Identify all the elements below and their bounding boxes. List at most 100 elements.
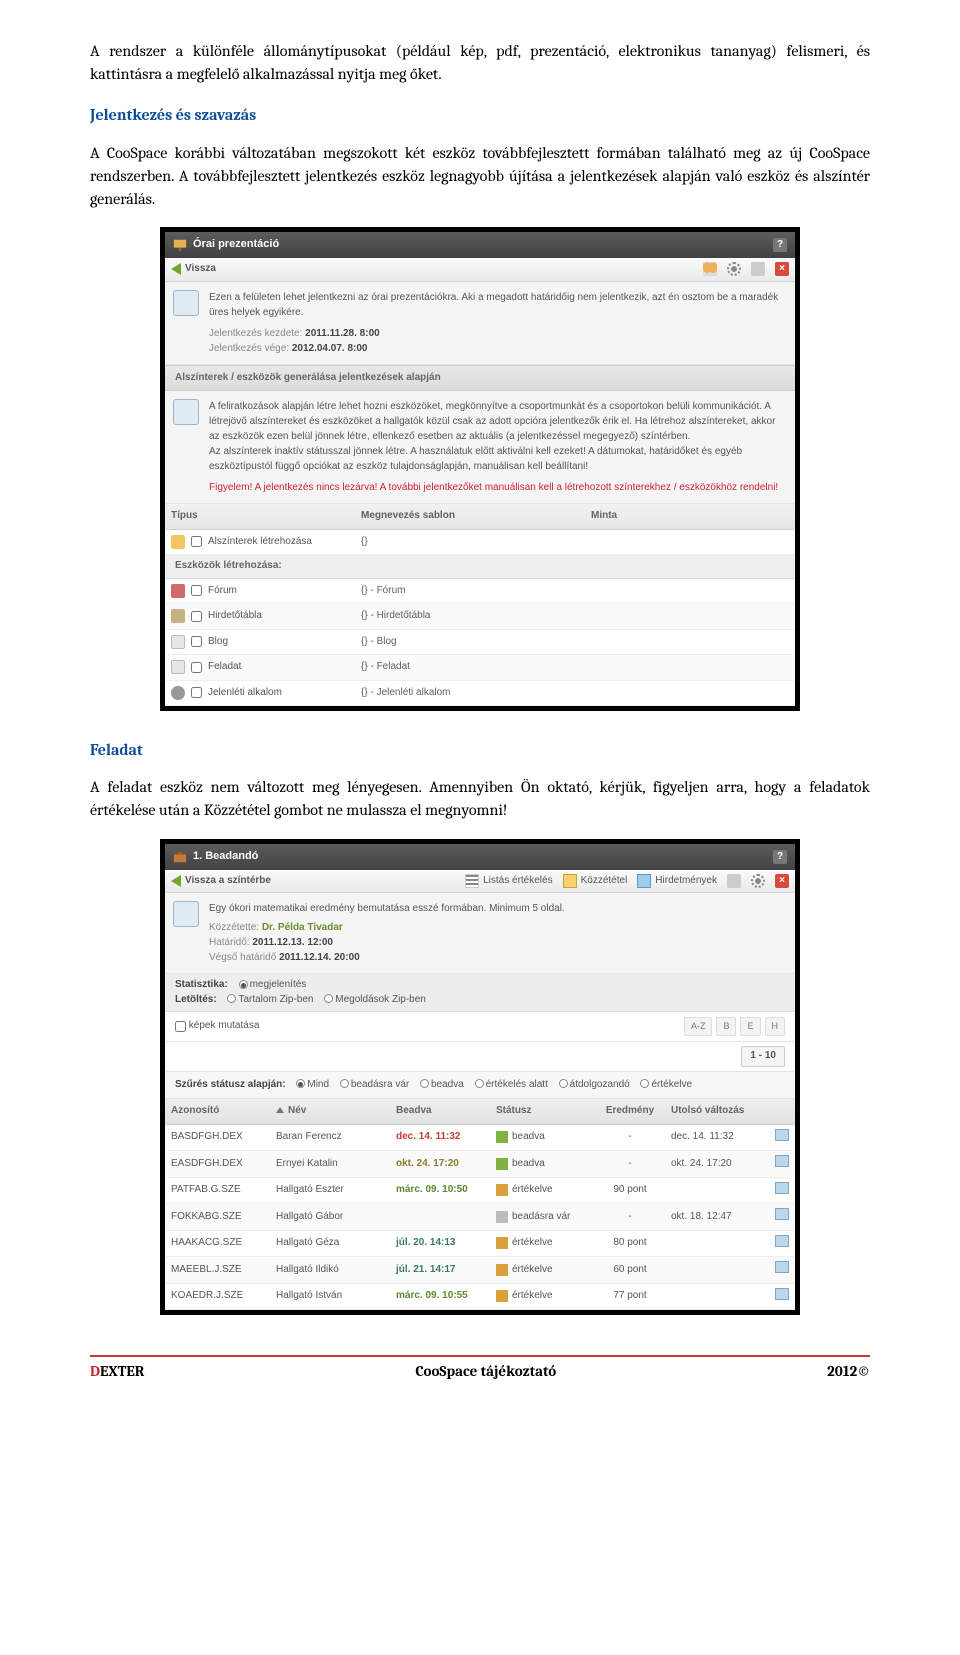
task-paragraph: A feladat eszköz nem változott meg lénye… [90, 776, 870, 822]
back-button[interactable]: Vissza a színtérbe [171, 874, 271, 889]
table-row[interactable]: BASDFGH.DEXBaran Ferenczdec. 14. 11:32 b… [165, 1125, 795, 1152]
signup-paragraph: A CooSpace korábbi változatában megszoko… [90, 142, 870, 212]
cell-name: Ernyei Katalin [270, 1152, 390, 1177]
status-icon [496, 1264, 508, 1276]
note-icon [173, 399, 199, 425]
row-label: Alszínterek létrehozása [208, 535, 312, 550]
checkbox-forum[interactable] [191, 585, 202, 596]
message-icon[interactable] [775, 1235, 789, 1247]
page-footer: DEXTER CooSpace tájékoztató 2012© [90, 1357, 870, 1383]
gen-row-forum: Fórum {} - Fórum [165, 579, 795, 605]
sort-az[interactable]: A-Z [684, 1017, 713, 1036]
radio-filter-rework[interactable] [559, 1079, 568, 1088]
arrow-left-icon [171, 263, 181, 275]
message-icon[interactable] [775, 1182, 789, 1194]
task-description: Egy ókori matematikai eredmény bemutatás… [209, 901, 785, 916]
status-icon [496, 1237, 508, 1249]
radio-filter-submitted[interactable] [420, 1079, 429, 1088]
sort-h[interactable]: H [765, 1017, 786, 1036]
message-icon[interactable] [775, 1261, 789, 1273]
footer-year: 2012© [827, 1361, 870, 1383]
cell-modified: okt. 18. 12:47 [665, 1205, 773, 1230]
final-deadline-label: Végső határidő [209, 952, 276, 963]
stats-band: Statisztika: megjelenítés Letöltés: Tart… [165, 974, 795, 1012]
cell-result: 80 pont [595, 1231, 665, 1256]
cell-id: FOKKABG.SZE [165, 1205, 270, 1230]
table-row[interactable]: HAAKACG.SZEHallgató Gézajúl. 20. 14:13 é… [165, 1231, 795, 1258]
page-range[interactable]: 1 - 10 [741, 1046, 785, 1067]
radio-filter-evaluated[interactable] [640, 1079, 649, 1088]
panel-titlebar: Órai prezentáció ? [165, 232, 795, 258]
cell-status: értékelve [490, 1284, 595, 1309]
task-description-band: Egy ókori matematikai eredmény bemutatás… [165, 893, 795, 974]
col-result[interactable]: Eredmény [595, 1099, 665, 1124]
settings-icon[interactable] [751, 874, 765, 888]
cell-status: beadva [490, 1125, 595, 1150]
pager: 1 - 10 [165, 1042, 795, 1072]
help-icon[interactable]: ? [773, 238, 787, 252]
checkbox-task[interactable] [191, 662, 202, 673]
table-row[interactable]: FOKKABG.SZEHallgató Gábor beadásra vár-o… [165, 1204, 795, 1231]
cell-result: 77 pont [595, 1284, 665, 1309]
sort-caret-icon [276, 1107, 284, 1113]
row-label: Blog [208, 635, 228, 650]
cell-result: 60 pont [595, 1258, 665, 1283]
col-sample: Minta [585, 504, 795, 529]
help-icon[interactable]: ? [773, 850, 787, 864]
close-icon[interactable]: × [775, 874, 789, 888]
close-icon[interactable]: × [775, 262, 789, 276]
status-icon [496, 1211, 508, 1223]
radio-zip-content[interactable] [227, 994, 236, 1003]
download-label: Letöltés: [175, 994, 217, 1005]
row-template: {} [355, 530, 585, 555]
message-icon[interactable] [775, 1288, 789, 1300]
table-row[interactable]: KOAEDR.J.SZEHallgató Istvánmárc. 09. 10:… [165, 1284, 795, 1311]
publish-button[interactable]: Közzététel [563, 874, 628, 889]
options-band: képek mutatása A-Z B E H [165, 1012, 795, 1042]
signup-end-label: Jelentkezés vége: [209, 343, 289, 354]
cell-result: - [595, 1205, 665, 1230]
radio-filter-evaluating[interactable] [475, 1079, 484, 1088]
announcements-button[interactable]: Hirdetmények [637, 874, 717, 889]
show-images-label: képek mutatása [189, 1019, 260, 1034]
screenshot-beadando: 1. Beadandó ? Vissza a színtérbe Listás … [160, 839, 800, 1315]
tool-icon[interactable] [727, 874, 741, 888]
signup-end-value: 2012.04.07. 8:00 [292, 343, 368, 354]
settings-icon[interactable] [727, 262, 741, 276]
sort-b[interactable]: B [716, 1017, 736, 1036]
col-name[interactable]: Név [270, 1099, 390, 1124]
tool-icon[interactable] [751, 262, 765, 276]
message-icon[interactable] [775, 1129, 789, 1141]
back-label: Vissza [185, 262, 216, 277]
note-icon [173, 901, 199, 927]
radio-zip-solutions[interactable] [324, 994, 333, 1003]
publish-icon [563, 874, 577, 888]
list-eval-button[interactable]: Listás értékelés [465, 874, 552, 889]
table-row[interactable]: PATFAB.G.SZEHallgató Esztermárc. 09. 10:… [165, 1178, 795, 1205]
checkbox-blog[interactable] [191, 636, 202, 647]
cell-result: - [595, 1125, 665, 1150]
col-id[interactable]: Azonosító [165, 1099, 270, 1124]
checkbox-attendance[interactable] [191, 687, 202, 698]
sort-e[interactable]: E [740, 1017, 760, 1036]
board-icon [171, 609, 185, 623]
radio-filter-all[interactable] [296, 1079, 305, 1088]
col-submitted[interactable]: Beadva [390, 1099, 490, 1124]
cell-modified [665, 1185, 773, 1195]
final-deadline-value: 2011.12.14. 20:00 [279, 952, 360, 963]
radio-stat-show[interactable] [239, 980, 248, 989]
checkbox-subscene[interactable] [191, 536, 202, 547]
col-status[interactable]: Státusz [490, 1099, 595, 1124]
table-row[interactable]: EASDFGH.DEXErnyei Katalinokt. 24. 17:20 … [165, 1151, 795, 1178]
checkbox-board[interactable] [191, 611, 202, 622]
message-icon[interactable] [775, 1208, 789, 1220]
col-modified[interactable]: Utolsó változás [665, 1099, 773, 1124]
col-template: Megnevezés sablon [355, 504, 585, 529]
checkbox-show-images[interactable] [175, 1021, 186, 1032]
users-icon[interactable] [703, 262, 717, 276]
message-icon[interactable] [775, 1155, 789, 1167]
radio-filter-pending[interactable] [340, 1079, 349, 1088]
gen-row-blog: Blog {} - Blog [165, 630, 795, 656]
table-row[interactable]: MAEEBL.J.SZEHallgató Ildikójúl. 21. 14:1… [165, 1257, 795, 1284]
back-button[interactable]: Vissza [171, 262, 216, 277]
